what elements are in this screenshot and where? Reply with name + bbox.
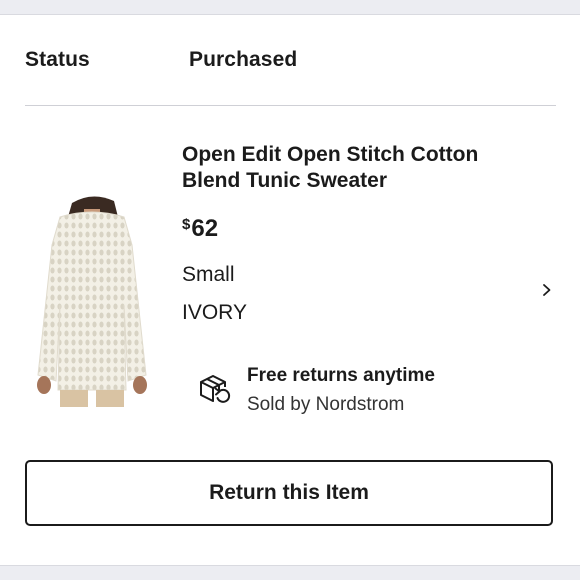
sold-by-text: Sold by Nordstrom [247,394,405,415]
product-price: $62 [182,215,218,243]
return-item-button[interactable]: Return this Item [25,460,553,526]
divider [25,105,556,106]
product-image[interactable] [28,185,156,407]
status-label: Status [25,48,90,71]
free-returns-title: Free returns anytime [247,365,435,386]
price-amount: 62 [191,215,219,242]
order-item-card: Status Purchased Open Edit Open Stitch C… [0,14,580,566]
status-value: Purchased [189,48,298,71]
product-title[interactable]: Open Edit Open Stitch Cotton Blend Tunic… [182,142,522,194]
order-status-row: Status Purchased [25,48,555,78]
product-size: Small [182,263,235,286]
box-return-icon [200,375,231,403]
product-color: IVORY [182,301,247,324]
chevron-right-icon[interactable] [539,277,555,303]
price-currency: $ [182,216,191,233]
